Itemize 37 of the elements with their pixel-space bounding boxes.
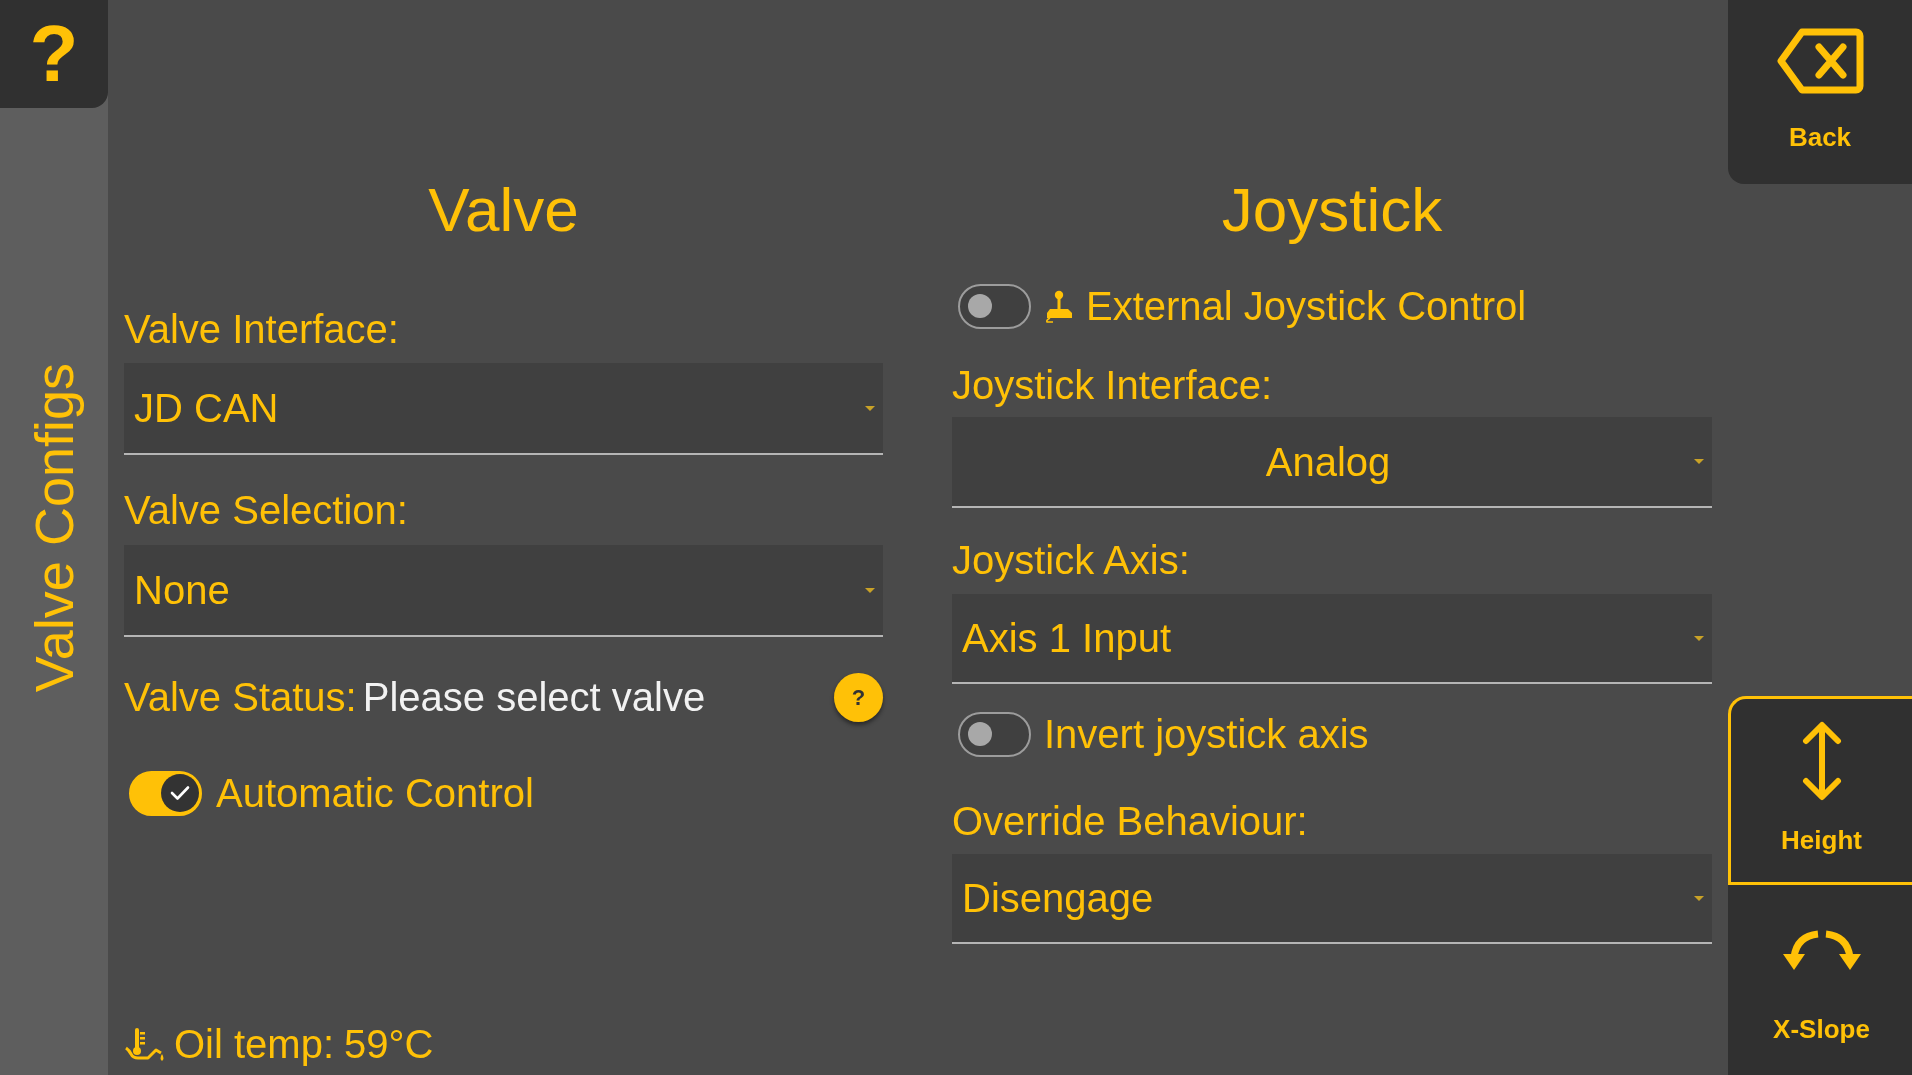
up-down-arrow-icon — [1800, 720, 1843, 802]
back-button[interactable]: Back — [1728, 0, 1912, 184]
toggle-switch[interactable] — [129, 770, 202, 816]
dropdown[interactable]: Axis 1 Input — [952, 594, 1712, 684]
toggle-switch[interactable] — [958, 711, 1031, 757]
backspace-icon — [1776, 28, 1864, 94]
dropdown[interactable]: None — [124, 545, 883, 637]
field-label: Override Behaviour: — [952, 799, 1309, 843]
status-label: Valve Status: — [124, 674, 357, 721]
oil-temperature-icon — [124, 1025, 166, 1063]
toggle-label: External Joystick Control — [1086, 283, 1527, 330]
help-button[interactable]: ? — [0, 0, 108, 108]
caret-icon — [865, 405, 875, 411]
field-label: Valve Interface: — [124, 307, 400, 351]
caret-icon — [1694, 459, 1704, 464]
oil-temp-value: 59°C — [344, 1021, 434, 1068]
check-icon — [170, 785, 190, 801]
caret-icon — [1694, 635, 1704, 641]
dropdown[interactable]: Disengage — [952, 854, 1712, 944]
dropdown[interactable]: JD CAN — [124, 363, 883, 455]
dropdown[interactable]: Analog — [952, 417, 1712, 508]
help-button[interactable]: ? — [834, 672, 883, 722]
section-title: Joystick — [1220, 174, 1444, 246]
toggle-label: Automatic Control — [216, 770, 534, 817]
oil-temp-label: Oil temp: — [174, 1021, 335, 1068]
mode-tab[interactable]: Height — [1728, 696, 1912, 885]
field-label: Joystick Axis: — [952, 538, 1191, 582]
field-label: Valve Selection: — [124, 488, 409, 532]
toggle-label: Invert joystick axis — [1044, 711, 1369, 758]
mode-tab[interactable]: X-Slope — [1728, 885, 1912, 1075]
status-text: Please select valve — [362, 674, 706, 721]
section-title: Valve — [427, 174, 580, 246]
field-label: Joystick Interface: — [952, 363, 1274, 407]
caret-icon — [865, 587, 875, 593]
caret-icon — [1694, 895, 1704, 901]
toggle-switch[interactable] — [958, 283, 1031, 329]
joystick-icon — [1044, 289, 1074, 323]
